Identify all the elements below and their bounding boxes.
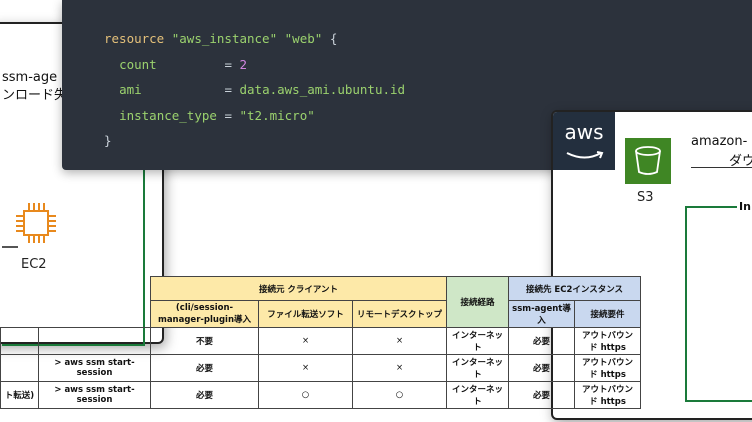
table-row: ト転送) > aws ssm start-session 必要 ○ ○ インター… [0,381,641,409]
amazon-label: amazon- [691,134,748,149]
s3-bucket-icon [625,138,671,184]
group-label: In [737,200,752,213]
aws-logo: aws [553,112,615,170]
ssm-agent-label: ssm-age [2,70,58,85]
subheader-agent: ssm-agent導入 [508,300,575,328]
subheader-rdp: リモートデスクトップ [352,300,447,328]
code-line-1: resource "aws_instance" "web" { [104,31,338,46]
subheader-plugin: (cli/session-manager-plugin導入 [150,300,259,328]
aws-smile-icon [566,151,604,159]
subheader-file: ファイル転送ソフト [258,300,353,328]
table-row: 不要 × × インターネット 必要 アウトバウンド https [0,327,641,355]
subheader-req: 接続要件 [574,300,641,328]
comparison-table: 接続元 クライアント 接続経路 接続先 EC2インスタンス (cli/sessi… [0,276,643,409]
code-line-3: ami = data.aws_ami.ubuntu.id [119,82,406,97]
header-path: 接続経路 [446,276,509,328]
header-ec2: 接続先 EC2インスタンス [508,276,641,301]
ec2-label: EC2 [21,257,47,272]
s3-label: S3 [637,190,654,205]
ec2-chip-icon [16,203,56,243]
internet-group-box: In [685,200,752,402]
code-line-2: count = 2 [119,56,248,72]
divider [691,167,752,168]
header-client: 接続元 クライアント [150,276,447,301]
table-row: > aws ssm start-session 必要 × × インターネット 必… [0,354,641,382]
